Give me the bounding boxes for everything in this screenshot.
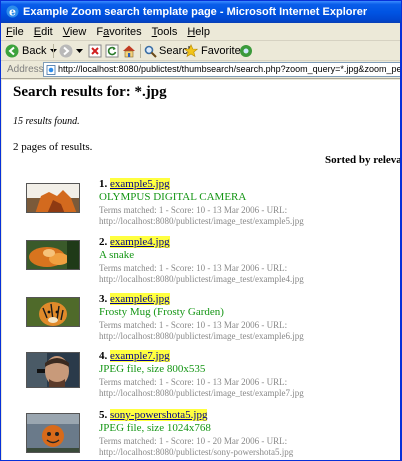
result-thumbnail[interactable]: [26, 183, 80, 213]
result-url: http://localhost:8080/publictest/image_t…: [99, 331, 304, 341]
chevron-down-icon: [76, 48, 83, 53]
result-link[interactable]: example4.jpg: [110, 236, 170, 248]
result-url: http://localhost:8080/publictest/image_t…: [99, 274, 304, 284]
menu-bar: File Edit View Favorites Tools Help: [1, 23, 401, 41]
result-meta: Terms matched: 1 - Score: 10 - 13 Mar 20…: [99, 263, 288, 273]
address-label: Address: [7, 64, 44, 75]
result-item: 3. example6.jpg Frosty Mug (Frosty Garde…: [2, 293, 401, 348]
result-link[interactable]: example6.jpg: [110, 293, 170, 305]
result-info: Terms matched: 1 - Score: 10 - 13 Mar 20…: [99, 320, 399, 342]
result-description: A snake: [99, 249, 135, 261]
refresh-button[interactable]: [105, 43, 119, 59]
internet-explorer-icon: e: [6, 5, 19, 19]
result-title: 4. example7.jpg: [99, 350, 170, 362]
result-description: JPEG file, size 800x535: [99, 363, 206, 375]
search-icon: [144, 45, 157, 58]
back-arrow-icon: [5, 44, 19, 58]
result-number: 3.: [99, 293, 108, 305]
favorites-button[interactable]: Favorites: [184, 43, 246, 59]
result-url: http://localhost:8080/publictest/sony-po…: [99, 447, 294, 457]
window-title: Example Zoom search template page - Micr…: [23, 6, 368, 18]
result-item: 5. sony-powershota5.jpg JPEG file, size …: [2, 409, 401, 460]
star-icon: [184, 44, 198, 58]
result-link[interactable]: example5.jpg: [110, 178, 170, 190]
result-description: Frosty Mug (Frosty Garden): [99, 306, 224, 318]
page-content: Search results for: *.jpg 15 results fou…: [2, 80, 402, 460]
menu-tools[interactable]: Tools: [147, 23, 183, 41]
page-icon: [46, 65, 56, 75]
window-border: [400, 23, 401, 460]
menu-favorites[interactable]: Favorites: [91, 23, 146, 41]
media-icon: [240, 45, 252, 57]
result-info: Terms matched: 1 - Score: 10 - 13 Mar 20…: [99, 205, 399, 227]
result-number: 5.: [99, 409, 108, 421]
result-number: 1.: [99, 178, 108, 190]
result-meta: Terms matched: 1 - Score: 10 - 13 Mar 20…: [99, 377, 288, 387]
result-info: Terms matched: 1 - Score: 10 - 13 Mar 20…: [99, 377, 399, 399]
result-meta: Terms matched: 1 - Score: 10 - 20 Mar 20…: [99, 436, 288, 446]
title-bar[interactable]: e Example Zoom search template page - Mi…: [1, 1, 401, 23]
results-count: 15 results found.: [13, 116, 80, 127]
svg-text:e: e: [9, 6, 16, 19]
result-number: 2.: [99, 236, 108, 248]
menu-help[interactable]: Help: [182, 23, 215, 41]
result-title: 2. example4.jpg: [99, 236, 170, 248]
result-item: 2. example4.jpg A snake Terms matched: 1…: [2, 236, 401, 291]
result-url: http://localhost:8080/publictest/image_t…: [99, 388, 304, 398]
result-thumbnail[interactable]: [26, 413, 80, 453]
home-icon: [123, 45, 135, 58]
address-input[interactable]: http://localhost:8080/publictest/thumbse…: [43, 62, 401, 77]
forward-arrow-icon: [59, 44, 73, 58]
page-title: Search results for: *.jpg: [13, 84, 167, 100]
result-description: JPEG file, size 1024x768: [99, 422, 211, 434]
result-title: 5. sony-powershota5.jpg: [99, 409, 208, 421]
address-bar: Address http://localhost:8080/publictest…: [1, 61, 401, 79]
result-meta: Terms matched: 1 - Score: 10 - 13 Mar 20…: [99, 320, 288, 330]
back-label: Back: [22, 45, 47, 57]
result-title: 1. example5.jpg: [99, 178, 170, 190]
result-item: 1. example5.jpg OLYMPUS DIGITAL CAMERA T…: [2, 178, 401, 233]
browser-window: e Example Zoom search template page - Mi…: [0, 0, 402, 461]
toolbar: Back Search Favorites: [1, 41, 401, 61]
result-info: Terms matched: 1 - Score: 10 - 20 Mar 20…: [99, 436, 399, 458]
home-button[interactable]: [122, 43, 136, 59]
result-url: http://localhost:8080/publictest/image_t…: [99, 216, 304, 226]
result-item: 4. example7.jpg JPEG file, size 800x535 …: [2, 350, 401, 405]
sort-label: Sorted by relevance: [325, 154, 402, 166]
result-thumbnail[interactable]: [26, 240, 80, 270]
result-number: 4.: [99, 350, 108, 362]
menu-edit[interactable]: Edit: [29, 23, 58, 41]
result-title: 3. example6.jpg: [99, 293, 170, 305]
address-url: http://localhost:8080/publictest/thumbse…: [58, 64, 401, 74]
stop-button[interactable]: [88, 43, 102, 59]
result-description: OLYMPUS DIGITAL CAMERA: [99, 191, 247, 203]
result-thumbnail[interactable]: [26, 297, 80, 327]
menu-view[interactable]: View: [58, 23, 92, 41]
stop-icon: [88, 44, 102, 58]
back-button[interactable]: Back: [5, 43, 58, 59]
menu-file[interactable]: File: [1, 23, 29, 41]
pages-count: 2 pages of results.: [13, 141, 93, 153]
result-info: Terms matched: 1 - Score: 10 - 13 Mar 20…: [99, 263, 399, 285]
result-link[interactable]: example7.jpg: [110, 350, 170, 362]
forward-button[interactable]: [59, 43, 83, 59]
result-link[interactable]: sony-powershota5.jpg: [110, 409, 208, 421]
media-button[interactable]: [239, 43, 253, 59]
refresh-icon: [105, 44, 119, 58]
result-meta: Terms matched: 1 - Score: 10 - 13 Mar 20…: [99, 205, 288, 215]
result-thumbnail[interactable]: [26, 352, 80, 388]
